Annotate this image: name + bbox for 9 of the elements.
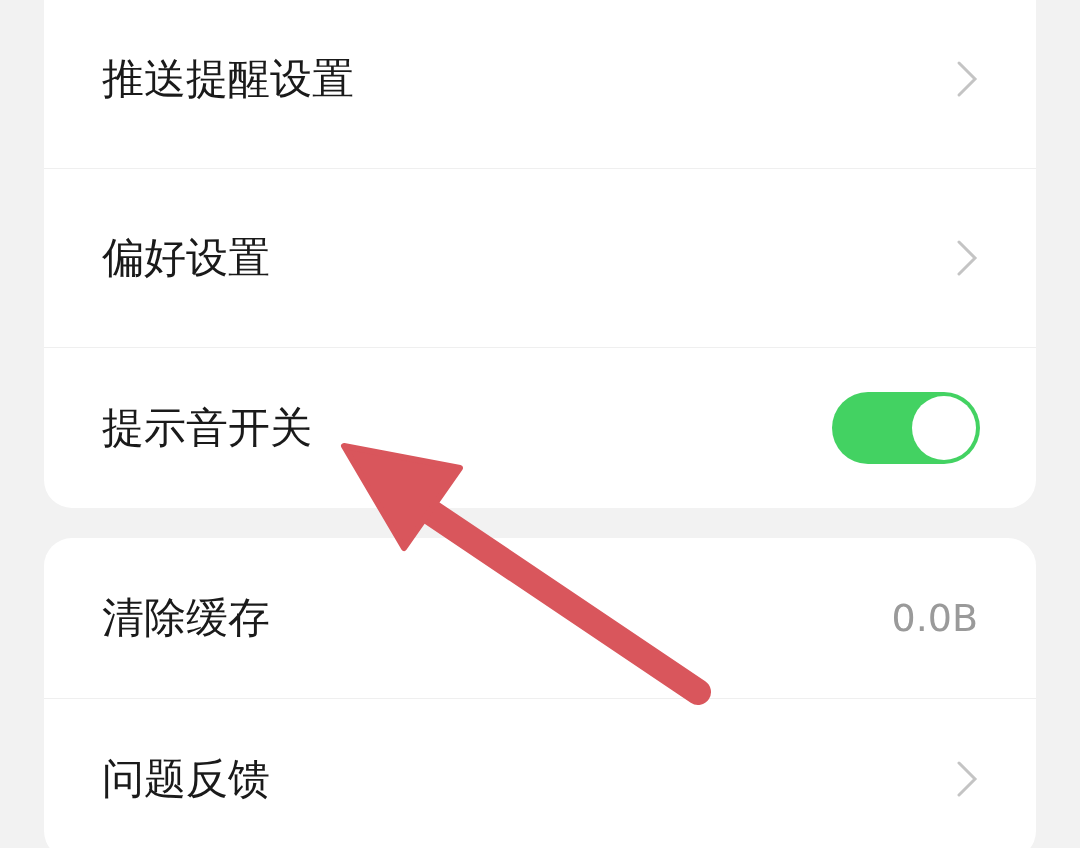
setting-label: 清除缓存 (102, 592, 270, 644)
chevron-right-icon (956, 239, 978, 277)
setting-label: 推送提醒设置 (102, 53, 354, 105)
setting-label: 提示音开关 (102, 402, 312, 454)
cache-size: 0.0B (891, 596, 978, 640)
setting-label: 偏好设置 (102, 232, 270, 284)
setting-label: 问题反馈 (102, 753, 270, 805)
chevron-right-icon (956, 60, 978, 98)
chevron-right-icon (956, 760, 978, 798)
